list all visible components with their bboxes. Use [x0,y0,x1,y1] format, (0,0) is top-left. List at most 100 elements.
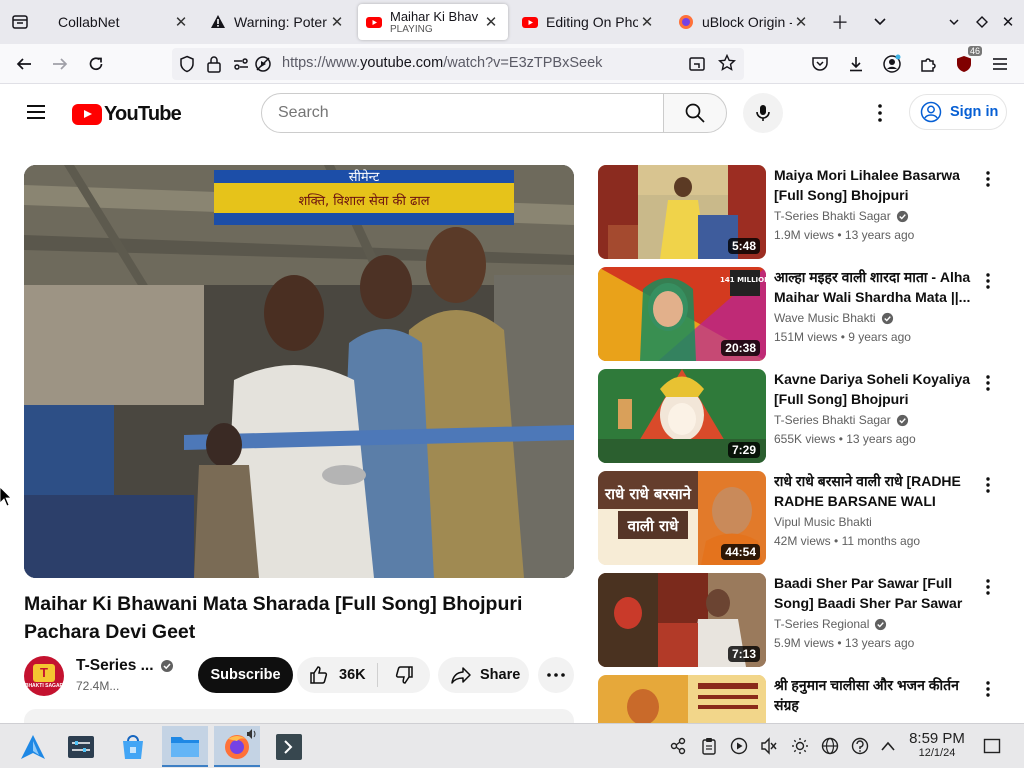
action-menu-kebab-icon[interactable] [976,269,1000,293]
bookmark-star-icon[interactable] [717,53,737,77]
youtube-wordmark: YouTube [104,102,182,125]
system-clock[interactable]: 8:59 PM 12/1/24 [902,730,972,759]
url-text[interactable]: https://www.youtube.com/watch?v=E3zTPBxS… [282,55,602,71]
clipboard-icon[interactable] [699,736,719,756]
tab-list-chevron-down-icon[interactable] [868,10,892,34]
window-minimize-chevron-icon[interactable] [942,10,966,34]
recommended-title[interactable]: राधे राधे बरसाने वाली राधे [RADHE RADHE … [774,471,976,511]
channel-avatar[interactable]: T BHAKTI SAGAR [24,656,64,696]
video-thumbnail[interactable]: राधे राधे बरसाने वाली राधे 44:54 [598,471,766,565]
video-thumbnail[interactable]: 141 MILLION 20:38 [598,267,766,361]
recommended-video[interactable]: राधे राधे बरसाने वाली राधे 44:54 राधे रा… [598,471,1008,565]
reload-icon[interactable] [84,52,108,76]
guide-menu-icon[interactable] [24,100,48,124]
tray-expand-chevron-up-icon[interactable] [878,736,898,756]
close-icon[interactable]: ✕ [482,13,500,31]
recommended-video[interactable]: 7:13 Baadi Sher Par Sawar [Full Song] Ba… [598,573,1008,667]
action-menu-kebab-icon[interactable] [976,575,1000,599]
horizontal-dots-icon [547,673,565,677]
close-icon[interactable]: ✕ [172,13,190,31]
share-button[interactable]: Share [438,657,529,693]
sign-in-button[interactable]: Sign in [909,94,1007,130]
channel-name[interactable]: T-Series ... [76,657,154,675]
subscribe-button[interactable]: Subscribe [198,657,293,693]
terminal-icon[interactable] [266,726,312,767]
thumbnail-text-line2: वाली राधे [627,517,680,535]
permissions-icon[interactable] [232,55,250,78]
brightness-icon[interactable] [790,736,810,756]
show-desktop-icon[interactable] [982,736,1002,756]
search-input[interactable] [278,104,648,122]
system-settings-icon[interactable] [58,726,104,767]
window-maximize-icon[interactable] [970,10,994,34]
recommended-title[interactable]: आल्हा मइहर वाली शारदा माता - Alha Maihar… [774,267,976,307]
youtube-logo[interactable]: YouTube [72,102,182,125]
browser-tab-maihar[interactable]: Maihar Ki Bhav PLAYING ✕ [358,4,508,40]
recommended-title[interactable]: श्री हनुमान चालीसा और भजन कीर्तन संग्रह [774,675,976,715]
tracking-shield-icon[interactable] [178,55,196,78]
user-circle-icon [920,101,942,123]
dislike-button[interactable] [378,657,430,693]
update-notifier-icon[interactable] [850,736,870,756]
account-icon[interactable] [880,52,904,76]
media-player-icon[interactable] [729,736,749,756]
action-menu-kebab-icon[interactable] [976,167,1000,191]
recommended-video[interactable]: 5:48 Maiya Mori Lihalee Basarwa [Full So… [598,165,1008,259]
pocket-icon[interactable] [808,52,832,76]
recommended-video[interactable]: 7:29 Kavne Dariya Soheli Koyaliya [Full … [598,369,1008,463]
search-box[interactable] [261,93,664,133]
downloads-icon[interactable] [844,52,868,76]
more-actions-button[interactable] [538,657,574,693]
extensions-puzzle-icon[interactable] [916,52,940,76]
recommended-channel[interactable]: Vipul Music Bhakti [774,515,872,529]
file-manager-icon[interactable] [162,726,208,767]
browser-tab-collabnet[interactable]: CollabNet ✕ [42,4,198,40]
software-store-icon[interactable] [110,726,156,767]
new-tab-plus-icon[interactable]: ＋ [828,10,852,34]
recommended-video[interactable]: 141 MILLION 20:38 आल्हा मइहर वाली शारदा … [598,267,1008,361]
recommended-channel[interactable]: T-Series Bhakti Sagar [774,209,909,223]
microphone-icon [756,105,770,121]
voice-search-button[interactable] [743,93,783,133]
recommended-title[interactable]: Maiya Mori Lihalee Basarwa [Full Song] B… [774,165,976,205]
close-icon[interactable]: ✕ [328,13,346,31]
window-close-icon[interactable]: ✕ [996,10,1020,34]
recommended-title[interactable]: Baadi Sher Par Sawar [Full Song] Baadi S… [774,573,976,613]
recommended-video[interactable]: श्री हनुमान चालीसा और भजन कीर्तन संग्रह [598,675,1008,723]
video-player[interactable]: सीमेन्ट शक्ति, विशाल सेवा की ढाल [24,165,574,578]
lock-icon[interactable] [206,55,222,78]
video-thumbnail[interactable]: 7:13 [598,573,766,667]
action-menu-kebab-icon[interactable] [976,677,1000,701]
firefox-icon[interactable] [214,726,260,767]
picture-in-picture-icon[interactable] [688,55,706,78]
browser-tab-ublock[interactable]: uBlock Origin - ✕ [670,4,818,40]
recommended-channel[interactable]: T-Series Bhakti Sagar [774,413,909,427]
video-thumbnail[interactable]: 7:29 [598,369,766,463]
recommended-title[interactable]: Kavne Dariya Soheli Koyaliya [Full Song]… [774,369,976,409]
browser-tab-warning[interactable]: Warning: Poter ✕ [202,4,354,40]
volume-muted-icon[interactable] [759,736,779,756]
address-bar[interactable]: https://www.youtube.com/watch?v=E3zTPBxS… [172,48,744,80]
view-count: 655K views [774,432,836,446]
ublock-shield-icon[interactable]: 46 [952,46,982,76]
network-globe-icon[interactable] [820,736,840,756]
recommended-channel[interactable]: T-Series Regional [774,617,887,631]
tab-overview-icon[interactable] [8,10,32,34]
browser-tab-editing[interactable]: Editing On Pho ✕ [514,4,664,40]
close-icon[interactable]: ✕ [638,13,656,31]
network-share-icon[interactable] [668,736,688,756]
action-menu-kebab-icon[interactable] [976,473,1000,497]
autoplay-blocked-icon[interactable] [254,55,272,78]
video-thumbnail[interactable] [598,675,766,723]
video-thumbnail[interactable]: 5:48 [598,165,766,259]
app-launcher-icon[interactable] [10,726,56,767]
settings-kebab-icon[interactable] [868,101,892,125]
action-menu-kebab-icon[interactable] [976,371,1000,395]
hamburger-menu-icon[interactable] [988,52,1012,76]
forward-arrow-icon[interactable] [48,52,72,76]
recommended-channel[interactable]: Wave Music Bhakti [774,311,894,325]
like-button[interactable]: 36K [297,657,377,693]
close-icon[interactable]: ✕ [792,13,810,31]
back-arrow-icon[interactable] [12,52,36,76]
search-button[interactable] [663,93,727,133]
